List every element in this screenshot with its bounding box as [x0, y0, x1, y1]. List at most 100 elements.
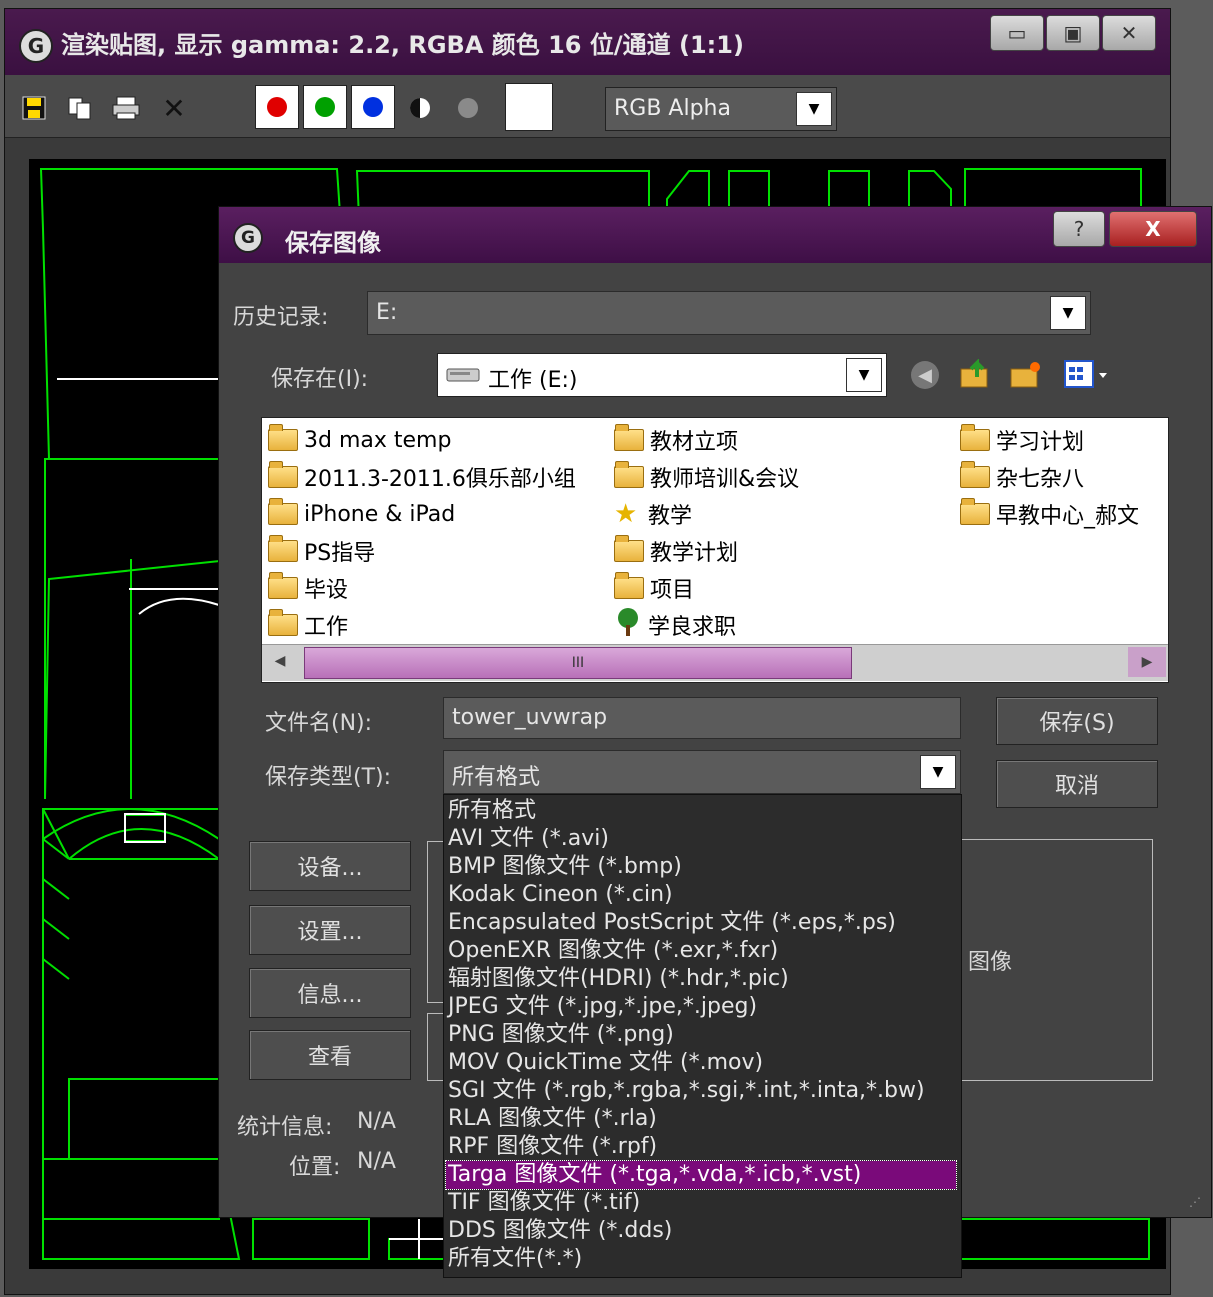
type-option[interactable]: TIF 图像文件 (*.tif): [446, 1189, 640, 1217]
folder-icon: [268, 609, 298, 636]
close-button[interactable]: ✕: [1102, 15, 1156, 51]
type-option[interactable]: RPF 图像文件 (*.rpf): [446, 1133, 657, 1161]
red-dot-icon: [267, 97, 287, 117]
scroll-right-icon[interactable]: ▶: [1128, 647, 1166, 677]
folder-icon: [268, 424, 298, 451]
red-channel-button[interactable]: [255, 85, 299, 129]
render-toolbar: ✕ RGB Alpha ▼: [5, 75, 1170, 138]
type-option[interactable]: AVI 文件 (*.avi): [446, 825, 609, 853]
type-option[interactable]: DDS 图像文件 (*.dds): [446, 1217, 672, 1245]
horizontal-scrollbar[interactable]: ◀ III ▶: [262, 644, 1168, 681]
filename-value: tower_uvwrap: [452, 705, 608, 730]
history-value: E:: [376, 300, 398, 325]
image-label: 图像: [968, 950, 1013, 975]
render-title-bar[interactable]: G 渲染贴图, 显示 gamma: 2.2, RGBA 颜色 16 位/通道 (…: [5, 9, 1170, 75]
back-icon[interactable]: ◀: [911, 361, 939, 389]
stats-value: N/A: [357, 1109, 396, 1134]
green-channel-button[interactable]: [303, 85, 347, 129]
type-option[interactable]: JPEG 文件 (*.jpg,*.jpe,*.jpeg): [446, 993, 757, 1021]
save-icon[interactable]: [19, 93, 49, 123]
alpha-channel-icon[interactable]: [405, 93, 435, 123]
resize-grip-icon[interactable]: ⋰: [1189, 1195, 1207, 1213]
drive-icon: [446, 364, 480, 384]
type-option[interactable]: SGI 文件 (*.rgb,*.rgba,*.sgi,*.int,*.inta,…: [446, 1077, 925, 1105]
type-dropdown-list[interactable]: 所有格式 AVI 文件 (*.avi) BMP 图像文件 (*.bmp) Kodak …: [443, 794, 962, 1278]
chevron-down-icon: ▼: [796, 92, 832, 126]
list-item[interactable]: 早教中心_郝文: [960, 498, 1139, 530]
list-item[interactable]: 学习计划: [960, 424, 1084, 456]
channel-select[interactable]: RGB Alpha ▼: [605, 87, 837, 131]
type-label: 保存类型(T):: [265, 765, 392, 790]
dialog-close-button[interactable]: X: [1109, 211, 1197, 247]
channel-select-value: RGB Alpha: [614, 96, 731, 121]
folder-icon: [268, 572, 298, 599]
type-select[interactable]: 所有格式 ▼: [443, 750, 961, 794]
save-in-label: 保存在(I):: [271, 367, 369, 392]
type-option[interactable]: BMP 图像文件 (*.bmp): [446, 853, 682, 881]
image-preview-box: 图像: [961, 839, 1153, 1081]
info-button[interactable]: 信息...: [249, 968, 411, 1018]
history-select[interactable]: E: ▼: [367, 291, 1091, 335]
filename-input[interactable]: tower_uvwrap: [443, 697, 961, 739]
copy-icon[interactable]: [65, 93, 95, 123]
chevron-down-icon: ▼: [1050, 296, 1086, 330]
list-item[interactable]: 学良求职: [614, 608, 736, 641]
new-folder-icon[interactable]: [1009, 359, 1043, 393]
cancel-button[interactable]: 取消: [996, 760, 1158, 808]
save-button[interactable]: 保存(S): [996, 697, 1158, 745]
color-swatch[interactable]: [505, 83, 553, 131]
type-option[interactable]: RLA 图像文件 (*.rla): [446, 1105, 657, 1133]
type-option[interactable]: OpenEXR 图像文件 (*.exr,*.fxr): [446, 937, 778, 965]
type-option[interactable]: Kodak Cineon (*.cin): [446, 881, 673, 909]
type-option[interactable]: MOV QuickTime 文件 (*.mov): [446, 1049, 763, 1077]
scroll-thumb[interactable]: III: [304, 647, 852, 679]
dialog-title-bar[interactable]: G 保存图像 ? X: [219, 207, 1211, 263]
list-item[interactable]: PS指导: [268, 535, 375, 567]
minimize-button[interactable]: ▭: [990, 15, 1044, 51]
view-menu-icon[interactable]: [1063, 359, 1113, 393]
type-option[interactable]: Encapsulated PostScript 文件 (*.eps,*.ps): [446, 909, 896, 937]
list-item[interactable]: 2011.3-2011.6俱乐部小组: [268, 461, 576, 493]
scroll-left-icon[interactable]: ◀: [266, 653, 294, 673]
chevron-down-icon: ▼: [846, 358, 882, 392]
filename-label: 文件名(N):: [265, 711, 373, 736]
clear-icon[interactable]: ✕: [159, 92, 189, 125]
folder-icon: [268, 535, 298, 562]
folder-icon: [614, 461, 644, 488]
history-label: 历史记录:: [233, 305, 329, 330]
mono-channel-icon[interactable]: [453, 93, 483, 123]
folder-icon: [614, 424, 644, 451]
help-button[interactable]: ?: [1053, 211, 1105, 247]
file-list[interactable]: 3d max temp 2011.3-2011.6俱乐部小组 iPhone & …: [261, 417, 1169, 683]
list-item[interactable]: 杂七杂八: [960, 461, 1084, 493]
folder-icon: [614, 572, 644, 599]
list-item[interactable]: 工作: [268, 609, 348, 641]
view-button[interactable]: 查看: [249, 1030, 411, 1080]
type-option[interactable]: 所有文件(*.*): [446, 1245, 582, 1273]
type-option[interactable]: 所有格式: [446, 797, 536, 825]
save-in-select[interactable]: 工作 (E:) ▼: [437, 353, 887, 397]
list-item[interactable]: 教学计划: [614, 535, 738, 567]
list-item[interactable]: 毕设: [268, 572, 348, 604]
list-item[interactable]: 教师培训&会议: [614, 461, 799, 493]
list-item[interactable]: 教材立项: [614, 424, 738, 456]
app-logo-icon: G: [233, 223, 263, 253]
folder-icon: [960, 461, 990, 488]
list-item[interactable]: ★ 教学: [614, 498, 692, 530]
setup-button[interactable]: 设置...: [249, 905, 411, 955]
list-item[interactable]: 项目: [614, 572, 694, 604]
type-option[interactable]: Targa 图像文件 (*.tga,*.vda,*.icb,*.vst): [445, 1160, 957, 1190]
maximize-button[interactable]: ▣: [1046, 15, 1100, 51]
up-folder-icon[interactable]: [959, 359, 993, 393]
list-item[interactable]: 3d max temp: [268, 424, 451, 456]
folder-icon: [960, 424, 990, 451]
print-icon[interactable]: [111, 93, 141, 123]
blue-channel-button[interactable]: [351, 85, 395, 129]
location-label: 位置:: [289, 1155, 341, 1180]
type-option[interactable]: PNG 图像文件 (*.png): [446, 1021, 674, 1049]
list-item[interactable]: iPhone & iPad: [268, 498, 455, 530]
type-option[interactable]: 辐射图像文件(HDRI) (*.hdr,*.pic): [446, 965, 789, 993]
folder-icon: [960, 498, 990, 525]
devices-button[interactable]: 设备...: [249, 841, 411, 891]
save-image-dialog: G 保存图像 ? X 历史记录: E: ▼ 保存在(I): 工作 (E:) ▼ …: [218, 206, 1212, 1278]
